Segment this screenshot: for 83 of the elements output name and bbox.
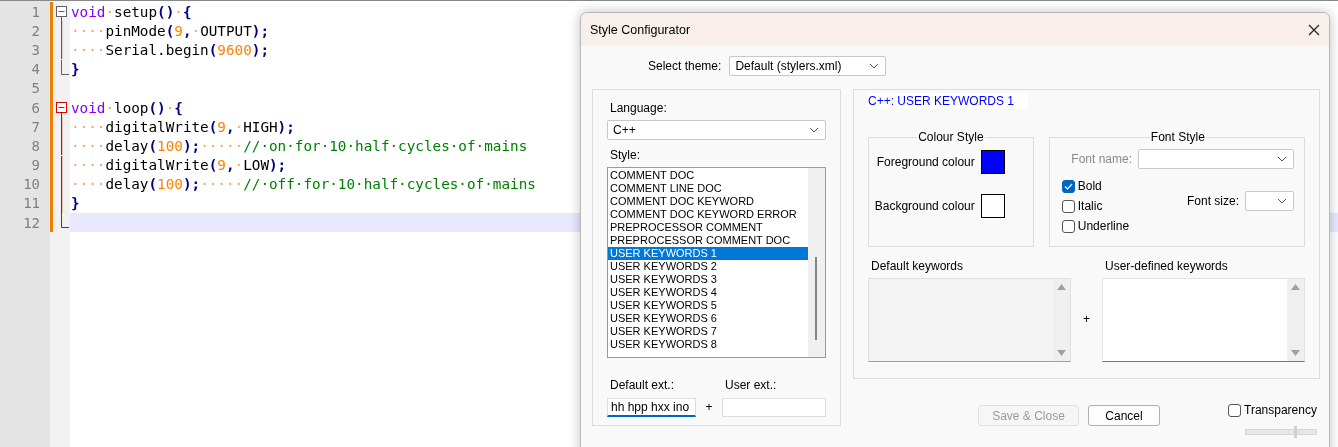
field-label: Foreground colour: [876, 155, 975, 169]
code-line: ····digitalWrite(9,·HIGH);: [70, 118, 295, 135]
slider-thumb[interactable]: [1293, 426, 1297, 438]
field-label: Font name:: [1071, 152, 1132, 166]
style-list-item[interactable]: USER KEYWORDS 2: [608, 260, 808, 273]
font-name-dropdown[interactable]: [1138, 149, 1294, 169]
fold-box-icon[interactable]: [56, 6, 67, 22]
transparency-slider[interactable]: [1244, 429, 1317, 435]
close-icon[interactable]: [1308, 23, 1320, 36]
style-list-item[interactable]: COMMENT DOC KEYWORD ERROR: [608, 208, 808, 221]
style-list-item[interactable]: PREPROCESSOR COMMENT DOC: [608, 234, 808, 247]
code-line: void·setup()·{: [70, 3, 192, 20]
checkbox-label: Transparency: [1244, 403, 1317, 417]
line-number: 5: [30, 80, 41, 97]
line-number: 3: [30, 41, 41, 58]
style-list-item[interactable]: USER KEYWORDS 3: [608, 273, 808, 286]
chevron-down-icon: [1277, 156, 1287, 162]
field-label: User ext.:: [725, 378, 778, 392]
font-size-dropdown[interactable]: [1245, 191, 1294, 211]
style-list-item[interactable]: USER KEYWORDS 7: [608, 325, 808, 338]
style-list-item[interactable]: PREPROCESSOR COMMENT: [608, 221, 808, 234]
style-list-item[interactable]: COMMENT DOC: [608, 169, 808, 182]
dialog-title: Style Configurator: [590, 22, 691, 37]
dialog-button[interactable]: Cancel: [1088, 405, 1160, 426]
field-label: Background colour: [874, 199, 975, 213]
keywords-field[interactable]: [1102, 278, 1305, 362]
code-line: ····delay(100);·····//·off·for·10·half·cycles·of·mains: [70, 176, 536, 193]
style-list-item[interactable]: COMMENT LINE DOC: [608, 182, 808, 195]
field-label: Default keywords: [871, 259, 965, 273]
line-number: 7: [30, 118, 41, 135]
checkbox[interactable]: [1061, 219, 1075, 233]
scroll-down-icon[interactable]: [1291, 350, 1300, 356]
style-list-item[interactable]: USER KEYWORDS 4: [608, 286, 808, 299]
style-title: C++: USER KEYWORDS 1: [868, 93, 1028, 109]
checkbox-label: Underline: [1077, 219, 1130, 233]
code-line: void·loop()·{: [70, 99, 183, 116]
plus-sign: +: [1082, 311, 1091, 328]
fold-box-icon[interactable]: [56, 102, 67, 118]
checkbox[interactable]: [1228, 403, 1241, 417]
chevron-down-icon: [869, 63, 880, 69]
line-number: 1: [30, 3, 41, 20]
line-number: 11: [22, 195, 41, 212]
scroll-up-icon[interactable]: [1291, 284, 1300, 290]
checkbox[interactable]: [1061, 199, 1075, 213]
style-list-item[interactable]: USER KEYWORDS 1: [608, 247, 808, 260]
field-label: Default ext.:: [610, 378, 676, 392]
line-number: 12: [22, 214, 41, 231]
checkbox-label: Italic: [1077, 199, 1103, 213]
user-ext-field[interactable]: [722, 398, 826, 417]
scrollbar[interactable]: [808, 168, 825, 357]
style-list-item[interactable]: COMMENT DOC KEYWORD: [608, 195, 808, 208]
chevron-down-icon: [1277, 198, 1287, 204]
style-list-item[interactable]: USER KEYWORDS 5: [608, 299, 808, 312]
checkbox-label: Bold: [1077, 179, 1102, 193]
code-line: ····Serial.begin(9600);: [70, 41, 269, 58]
field-label: Font size:: [1186, 194, 1239, 208]
language-dropdown[interactable]: C++: [607, 120, 826, 140]
line-number: 4: [30, 61, 41, 78]
line-number: 10: [22, 176, 41, 193]
plus-sign: +: [704, 399, 714, 416]
default-ext-field[interactable]: hh hpp hxx ino: [607, 398, 696, 417]
line-number: 8: [30, 137, 41, 154]
line-number: 6: [30, 99, 41, 116]
code-line: ····delay(100);·····//·on·for·10·half·cycles·of·mains: [70, 137, 528, 154]
field-label: Style:: [610, 148, 641, 162]
colour-swatch[interactable]: [980, 150, 1005, 174]
group-title: Font Style: [1149, 130, 1206, 144]
chevron-down-icon: [809, 127, 819, 133]
field-label: User-defined keywords: [1105, 259, 1229, 273]
field-label: Select theme:: [648, 59, 722, 73]
line-number: 2: [30, 22, 41, 39]
field-label: Language:: [610, 101, 668, 115]
code-line: }: [70, 195, 80, 212]
colour-swatch[interactable]: [980, 194, 1005, 218]
code-line: }: [70, 61, 80, 78]
code-line: ····pinMode(9,·OUTPUT);: [70, 22, 269, 39]
code-line: ····digitalWrite(9,·LOW);: [70, 157, 287, 174]
style-list-item[interactable]: USER KEYWORDS 8: [608, 338, 808, 351]
theme-dropdown[interactable]: Default (stylers.xml): [729, 56, 887, 76]
line-number: 9: [30, 157, 41, 174]
group-title: Colour Style: [917, 130, 985, 144]
style-list-item[interactable]: USER KEYWORDS 6: [608, 312, 808, 325]
checkbox[interactable]: [1061, 179, 1075, 193]
